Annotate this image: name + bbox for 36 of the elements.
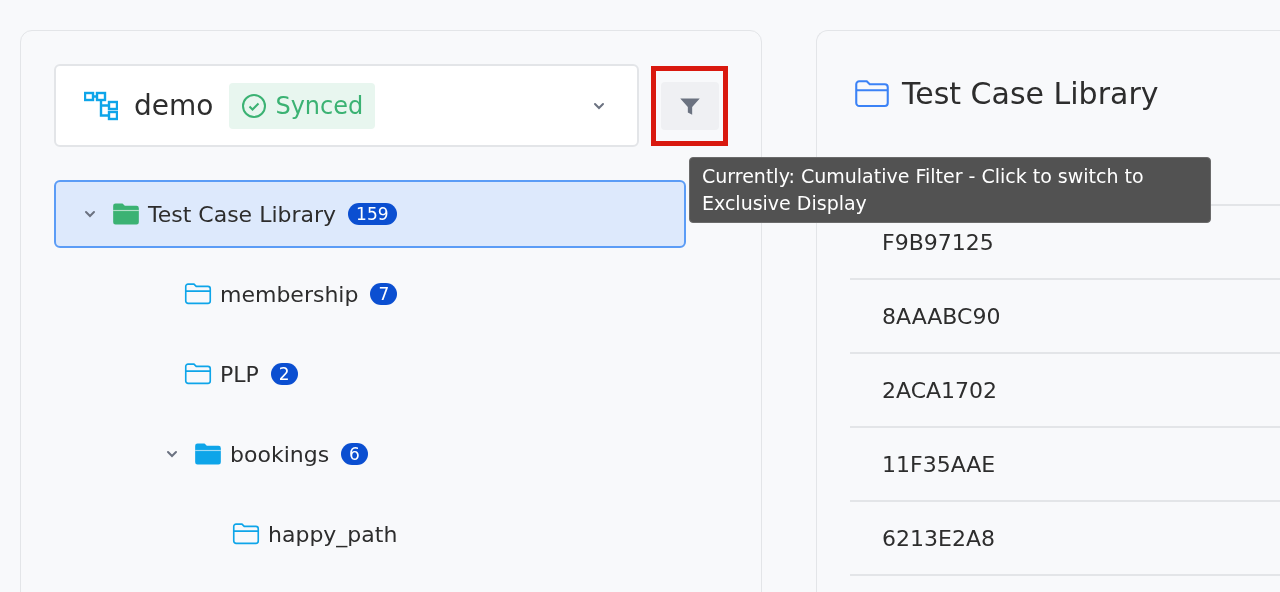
- folder-icon: [854, 77, 890, 110]
- chevron-down-icon[interactable]: [593, 101, 606, 110]
- folder-icon: [184, 362, 212, 386]
- tree-item[interactable]: membership 7: [54, 260, 686, 328]
- folder-icon: [232, 522, 260, 546]
- tree-item-label: happy_path: [268, 520, 398, 550]
- folder-icon: [112, 202, 140, 226]
- tree-item-label: PLP: [220, 360, 259, 389]
- synced-status: Synced: [229, 82, 376, 129]
- tree-item[interactable]: PLP 2: [54, 340, 686, 408]
- chevron-down-icon[interactable]: [166, 450, 178, 458]
- count-badge: 6: [341, 443, 368, 465]
- chevron-down-icon[interactable]: [84, 210, 96, 218]
- detail-title: Test Case Library: [902, 75, 1159, 113]
- tooltip: Currently: Cumulative Filter - Click to switch to Exclusive Display: [689, 157, 1211, 223]
- tree-item[interactable]: bookings 6: [54, 420, 686, 488]
- tree-item-label: Test Case Library: [148, 200, 337, 229]
- count-badge: 2: [270, 363, 298, 385]
- table-cell-text: 11F35AAE: [882, 450, 996, 479]
- folder-icon: [194, 442, 222, 466]
- table-cell-text: 8AAABC90: [882, 302, 1001, 331]
- project-selector[interactable]: demo Synced: [54, 64, 640, 147]
- count-badge: 7: [370, 283, 398, 305]
- tree-item-label: bookings: [230, 440, 330, 469]
- folder-icon: [184, 282, 212, 306]
- tree-item-label: membership: [220, 280, 359, 309]
- filter-button[interactable]: [660, 81, 719, 130]
- hierarchy-icon: [84, 90, 118, 121]
- table-cell-text: 6213E2A8: [882, 524, 995, 553]
- table-cell-text: F9B97125: [882, 228, 994, 257]
- tree-item[interactable]: happy_path: [54, 500, 686, 568]
- table-cell-text: 2ACA1702: [882, 376, 998, 405]
- check-circle-icon: [241, 92, 268, 119]
- project-name: demo: [134, 87, 214, 124]
- count-badge: 159: [348, 203, 397, 225]
- tree-item[interactable]: Test Case Library 159: [54, 180, 686, 248]
